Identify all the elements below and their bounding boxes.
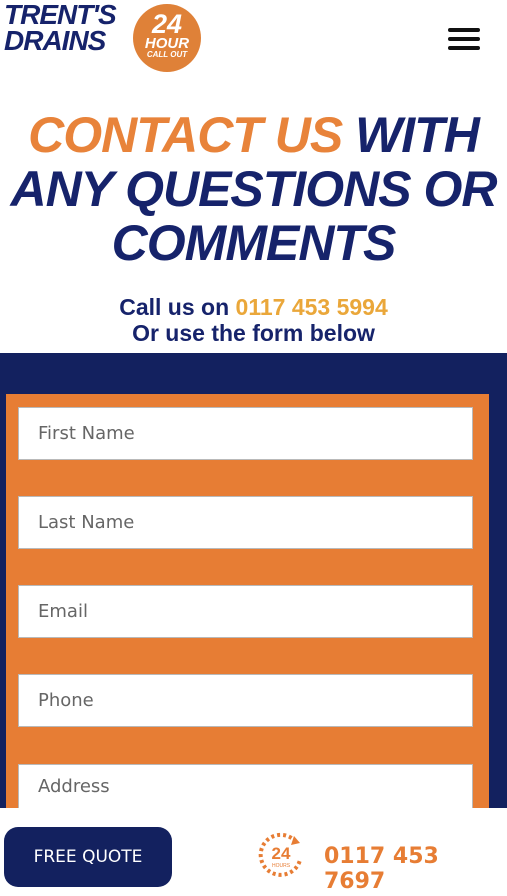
logo-wordmark[interactable]: TRENT'S DRAINS: [4, 1, 122, 56]
email-field[interactable]: [18, 585, 473, 638]
form-hint: Or use the form below: [132, 320, 375, 346]
hamburger-bar: [448, 28, 480, 32]
page-title-accent: CONTACT US: [28, 107, 343, 163]
logo-line-2: DRAINS: [4, 25, 106, 56]
phone-field[interactable]: [18, 674, 473, 727]
call-phone-link[interactable]: 0117 453 5994: [236, 294, 388, 320]
contact-form: [6, 394, 489, 824]
badge-sub: CALL OUT: [146, 50, 188, 59]
page-title: CONTACT US WITH ANY QUESTIONS OR COMMENT…: [0, 108, 507, 270]
hamburger-bar: [448, 37, 480, 41]
call-prefix: Call us on: [119, 294, 236, 320]
last-name-field[interactable]: [18, 496, 473, 549]
24-hours-icon: 24 HOURS: [258, 832, 302, 877]
badge-number: 24: [151, 9, 183, 39]
icon-number: 24: [272, 844, 291, 863]
free-quote-button[interactable]: FREE QUOTE: [4, 827, 172, 887]
contact-hero: CONTACT US WITH ANY QUESTIONS OR COMMENT…: [0, 108, 507, 346]
first-name-field[interactable]: [18, 407, 473, 460]
site-header: TRENT'S DRAINS 24 HOUR CALL OUT: [0, 0, 507, 82]
sticky-bottom-bar: FREE QUOTE 24 HOURS 0117 453 7697: [0, 808, 507, 896]
hamburger-menu-icon[interactable]: [448, 28, 480, 50]
hamburger-bar: [448, 46, 480, 50]
contact-form-section: [0, 353, 507, 824]
badge-word: HOUR: [144, 35, 190, 52]
24-hour-badge: 24 HOUR CALL OUT: [133, 4, 201, 72]
icon-word: HOURS: [272, 863, 291, 869]
bottom-phone-link[interactable]: 0117 453 7697: [324, 844, 507, 894]
call-line: Call us on 0117 453 5994: [0, 294, 507, 320]
